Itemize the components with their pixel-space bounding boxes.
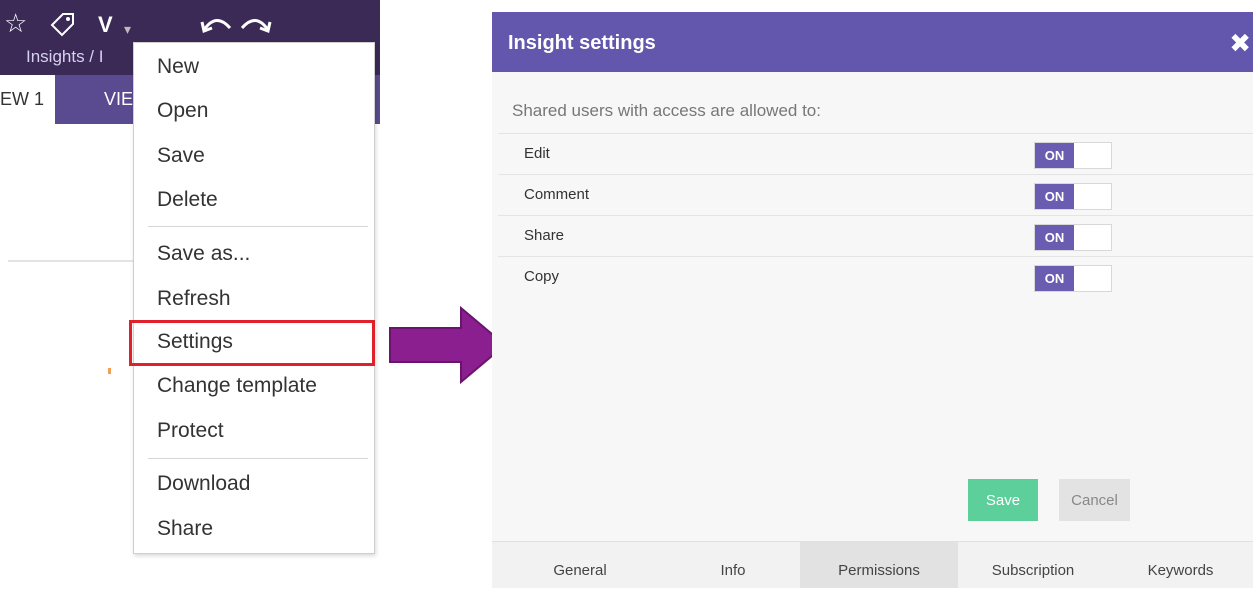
tab-info[interactable]: Info (668, 542, 798, 588)
right-arrow-icon (389, 306, 507, 384)
comment-toggle[interactable]: ON (1034, 183, 1112, 210)
tag-icon[interactable] (50, 8, 76, 43)
copy-toggle[interactable]: ON (1034, 265, 1112, 292)
permission-label: Edit (524, 145, 550, 162)
toggle-on-label: ON (1035, 184, 1074, 209)
close-icon[interactable]: ✖ (1229, 28, 1251, 59)
toggle-on-label: ON (1035, 266, 1074, 291)
insight-menu: New Open Save Delete Save as... Refresh … (133, 42, 375, 554)
permission-row-edit: Edit ON (498, 133, 1253, 175)
menu-item-refresh[interactable]: Refresh (157, 286, 231, 312)
menu-item-save-as[interactable]: Save as... (157, 241, 250, 267)
canvas-marker (108, 368, 111, 374)
tab-view-1[interactable]: EW 1 (0, 75, 55, 124)
menu-item-delete[interactable]: Delete (157, 187, 218, 213)
permission-row-comment: Comment ON (498, 174, 1253, 216)
undo-icon[interactable] (200, 12, 234, 42)
toggle-on-label: ON (1035, 225, 1074, 250)
canvas-divider (8, 260, 133, 262)
menu-item-share[interactable]: Share (157, 516, 213, 542)
menu-item-new[interactable]: New (157, 54, 199, 80)
toggle-on-label: ON (1035, 143, 1074, 168)
chevron-down-icon[interactable]: ▾ (124, 14, 131, 44)
menu-item-download[interactable]: Download (157, 471, 250, 497)
dialog-tab-bar: General Info Permissions Subscription Ke… (492, 541, 1253, 588)
share-toggle[interactable]: ON (1034, 224, 1112, 251)
menu-divider (148, 226, 368, 227)
tab-keywords[interactable]: Keywords (1108, 542, 1253, 588)
edit-toggle[interactable]: ON (1034, 142, 1112, 169)
star-icon[interactable]: ☆ (4, 8, 27, 38)
permission-row-copy: Copy ON (498, 256, 1253, 298)
menu-item-save[interactable]: Save (157, 143, 205, 169)
menu-item-protect[interactable]: Protect (157, 418, 224, 444)
dialog-subtitle: Shared users with access are allowed to: (512, 101, 821, 120)
tab-general[interactable]: General (492, 542, 668, 588)
insight-settings-dialog: Insight settings ✖ Shared users with acc… (492, 12, 1253, 588)
menu-item-open[interactable]: Open (157, 98, 208, 124)
breadcrumb[interactable]: Insights / I (26, 47, 103, 67)
tab-subscription[interactable]: Subscription (958, 542, 1108, 588)
permission-row-share: Share ON (498, 215, 1253, 257)
permission-label: Share (524, 227, 565, 244)
redo-icon[interactable] (238, 12, 272, 42)
dialog-title: Insight settings (508, 32, 656, 54)
dialog-header: Insight settings ✖ (492, 12, 1253, 72)
menu-item-change-template[interactable]: Change template (157, 373, 317, 399)
permission-label: Copy (524, 268, 560, 285)
toolbar-menu-letter[interactable]: V (98, 10, 113, 40)
tab-permissions[interactable]: Permissions (800, 542, 958, 588)
cancel-button[interactable]: Cancel (1059, 479, 1130, 521)
settings-highlight-box (129, 320, 375, 366)
save-button[interactable]: Save (968, 479, 1038, 521)
permission-label: Comment (524, 186, 590, 203)
menu-divider (148, 458, 368, 459)
